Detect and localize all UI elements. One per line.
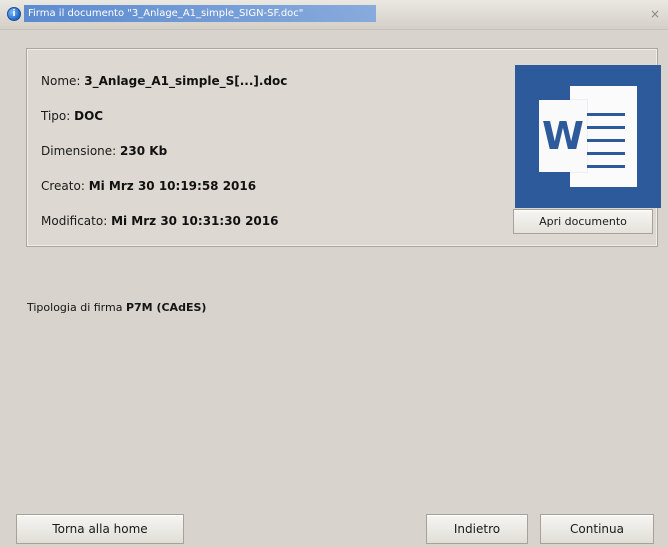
open-document-button[interactable]: Apri documento	[513, 209, 653, 234]
document-modified-label: Modificato:	[41, 214, 108, 228]
word-letter-icon: W	[542, 114, 584, 158]
document-line	[587, 139, 625, 142]
document-line	[587, 152, 625, 155]
document-size-label: Dimensione:	[41, 144, 117, 158]
signature-type-value: P7M (CAdES)	[125, 301, 207, 314]
document-size-value: 230 Kb	[120, 144, 168, 158]
document-name-row: Nome: 3_Anlage_A1_simple_S[...].doc	[41, 72, 287, 90]
word-document-preview: W	[515, 65, 661, 208]
document-created-label: Creato:	[41, 179, 85, 193]
document-modified-row: Modificato: Mi Mrz 30 10:31:30 2016	[41, 212, 278, 230]
close-icon[interactable]: ×	[648, 7, 662, 21]
word-document-icon: W	[539, 100, 587, 172]
document-name-label: Nome:	[41, 74, 81, 88]
back-to-home-button[interactable]: Torna alla home	[16, 514, 184, 544]
title-bar[interactable]: i Firma il documento "3_Anlage_A1_simple…	[0, 0, 668, 30]
continue-button[interactable]: Continua	[540, 514, 654, 544]
signature-type: Tipologia di firma P7M (CAdES)	[27, 299, 206, 317]
back-button[interactable]: Indietro	[426, 514, 528, 544]
document-info-panel: Nome: 3_Anlage_A1_simple_S[...].doc Tipo…	[26, 48, 661, 247]
document-type-value: DOC	[74, 109, 104, 123]
window-title: Firma il documento "3_Anlage_A1_simple_S…	[28, 8, 304, 19]
document-line	[587, 126, 625, 129]
app-icon: i	[7, 7, 21, 21]
document-created-row: Creato: Mi Mrz 30 10:19:58 2016	[41, 177, 256, 195]
document-type-label: Tipo:	[41, 109, 71, 123]
document-line	[587, 113, 625, 116]
document-name-value: 3_Anlage_A1_simple_S[...].doc	[84, 74, 288, 88]
signing-dialog: i Firma il documento "3_Anlage_A1_simple…	[0, 0, 668, 547]
document-line	[587, 165, 625, 168]
document-size-row: Dimensione: 230 Kb	[41, 142, 167, 160]
document-modified-value: Mi Mrz 30 10:31:30 2016	[111, 214, 279, 228]
document-created-value: Mi Mrz 30 10:19:58 2016	[88, 179, 257, 193]
signature-type-label: Tipologia di firma	[27, 301, 123, 314]
document-type-row: Tipo: DOC	[41, 107, 103, 125]
